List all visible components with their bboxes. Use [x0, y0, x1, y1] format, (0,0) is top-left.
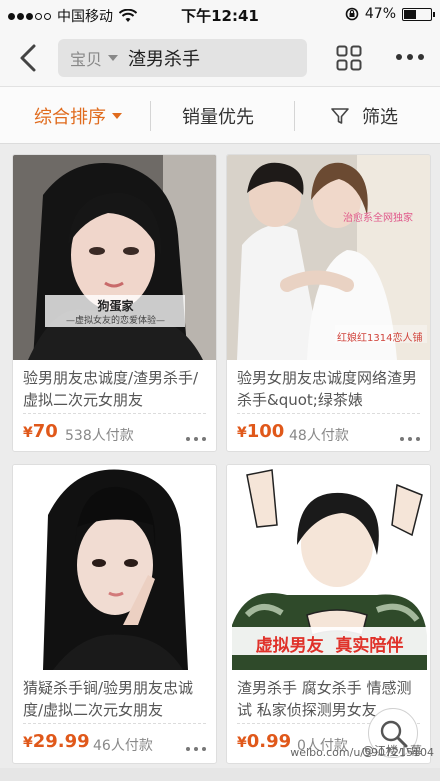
sort-comprehensive[interactable]: 综合排序: [34, 87, 122, 145]
currency-symbol: ¥: [23, 425, 33, 441]
nav-bar: 宝贝 渣男杀手: [0, 30, 440, 86]
next-row-preview: [0, 768, 440, 781]
search-input[interactable]: 渣男杀手: [128, 45, 200, 71]
sort-bar: 综合排序 销量优先 筛选: [0, 86, 440, 144]
filter-label: 筛选: [362, 107, 398, 128]
divider: [23, 413, 206, 414]
product-card[interactable]: 狗蛋家 —虚拟女友的恋爱体验— 验男朋友忠诚度/渣男杀手/虚拟二次元女朋友 ¥ …: [12, 154, 217, 452]
chevron-down-icon: [108, 55, 119, 61]
currency-symbol: ¥: [237, 425, 247, 441]
search-box[interactable]: 宝贝 渣男杀手: [58, 39, 307, 77]
watermark-url: weibo.com/u/5907215104: [290, 746, 434, 759]
image-subcaption: —虚拟女友的恋爱体验—: [65, 316, 165, 326]
sort-sales[interactable]: 销量优先: [182, 87, 254, 145]
product-image[interactable]: 虚拟男友 真实陪伴: [227, 465, 430, 670]
currency-symbol: ¥: [23, 735, 33, 751]
divider: [237, 413, 420, 414]
more-options-icon[interactable]: [186, 747, 206, 752]
price-value: 0.99: [246, 731, 292, 752]
battery-percent: 47%: [364, 6, 396, 22]
status-bar: 中国移动 下午12:41 47%: [0, 0, 440, 30]
chevron-down-icon: [112, 113, 122, 119]
more-button[interactable]: [396, 52, 424, 62]
image-caption: 狗蛋家: [97, 299, 134, 313]
divider: [294, 101, 295, 131]
grid-view-button[interactable]: [336, 45, 362, 71]
sort-sales-label: 销量优先: [182, 107, 254, 128]
product-card[interactable]: 猜疑杀手锏/验男朋友忠诚度/虚拟二次元女朋友 ¥ 29.99 46人付款: [12, 464, 217, 764]
back-button[interactable]: [14, 42, 44, 74]
product-title[interactable]: 验男女朋友忠诚度网络渣男杀手&quot;绿茶婊: [237, 367, 423, 411]
product-card[interactable]: 治愈系全网独家 红娘红1314恋人铺 验男女朋友忠诚度网络渣男杀手&quot;绿…: [226, 154, 431, 452]
sold-count: 46人付款: [93, 738, 153, 754]
image-subcaption: 红娘红1314恋人铺: [337, 333, 423, 344]
product-price: ¥ 0.99: [237, 731, 291, 752]
sold-count: 48人付款: [289, 428, 349, 444]
divider: [150, 101, 151, 131]
battery-icon: [402, 7, 435, 21]
product-price: ¥ 29.99: [23, 731, 90, 752]
product-price: ¥ 100: [237, 421, 284, 442]
battery-group: 47%: [345, 6, 435, 22]
filter-icon: [331, 108, 349, 124]
product-image[interactable]: 治愈系全网独家 红娘红1314恋人铺: [227, 155, 430, 360]
divider: [23, 723, 206, 724]
price-value: 100: [246, 421, 285, 442]
image-caption: 治愈系全网独家: [343, 213, 413, 224]
product-image[interactable]: 狗蛋家 —虚拟女友的恋爱体验—: [13, 155, 216, 360]
product-title[interactable]: 猜疑杀手锏/验男朋友忠诚度/虚拟二次元女朋友: [23, 677, 209, 721]
sort-comprehensive-label: 综合排序: [34, 107, 106, 128]
price-value: 70: [32, 421, 58, 442]
more-options-icon[interactable]: [186, 437, 206, 442]
search-scope-selector[interactable]: 宝贝: [70, 46, 102, 70]
product-image[interactable]: [13, 465, 216, 670]
rotation-lock-icon: [345, 7, 359, 21]
currency-symbol: ¥: [237, 735, 247, 751]
product-price: ¥ 70: [23, 421, 58, 442]
more-options-icon[interactable]: [400, 437, 420, 442]
product-title[interactable]: 验男朋友忠诚度/渣男杀手/虚拟二次元女朋友: [23, 367, 209, 411]
price-value: 29.99: [32, 731, 90, 752]
filter-button[interactable]: 筛选: [330, 87, 398, 145]
sold-count: 538人付款: [65, 428, 134, 444]
image-caption: 虚拟男友 真实陪伴: [255, 636, 404, 656]
